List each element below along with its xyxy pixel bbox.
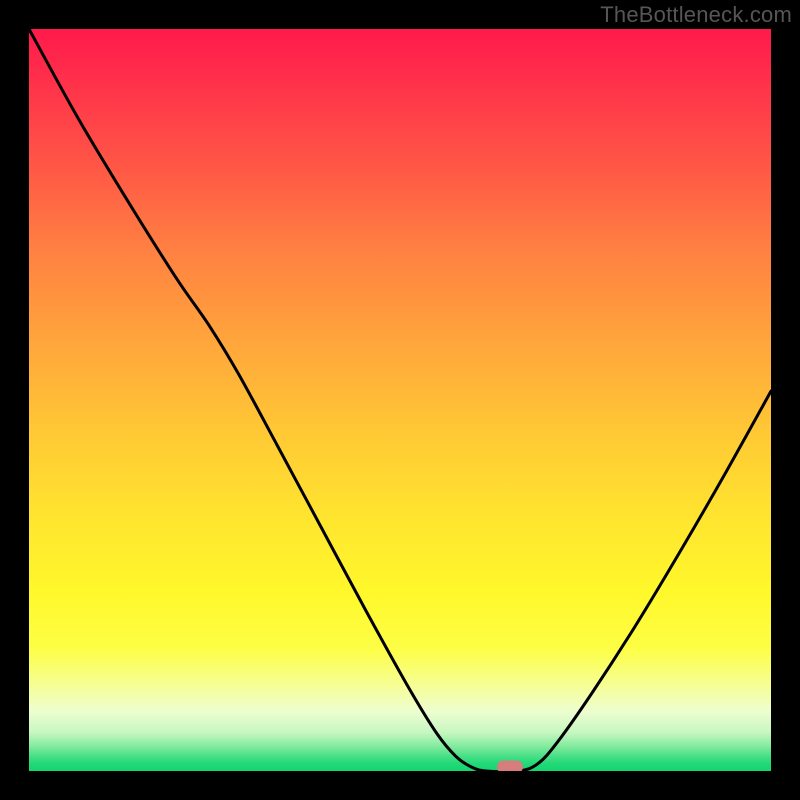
bottleneck-curve [29,29,771,771]
chart-frame: TheBottleneck.com [0,0,800,800]
plot-area [29,29,771,771]
optimal-point-marker [497,761,523,772]
attribution-label: TheBottleneck.com [600,2,792,28]
curve-path [29,29,771,771]
